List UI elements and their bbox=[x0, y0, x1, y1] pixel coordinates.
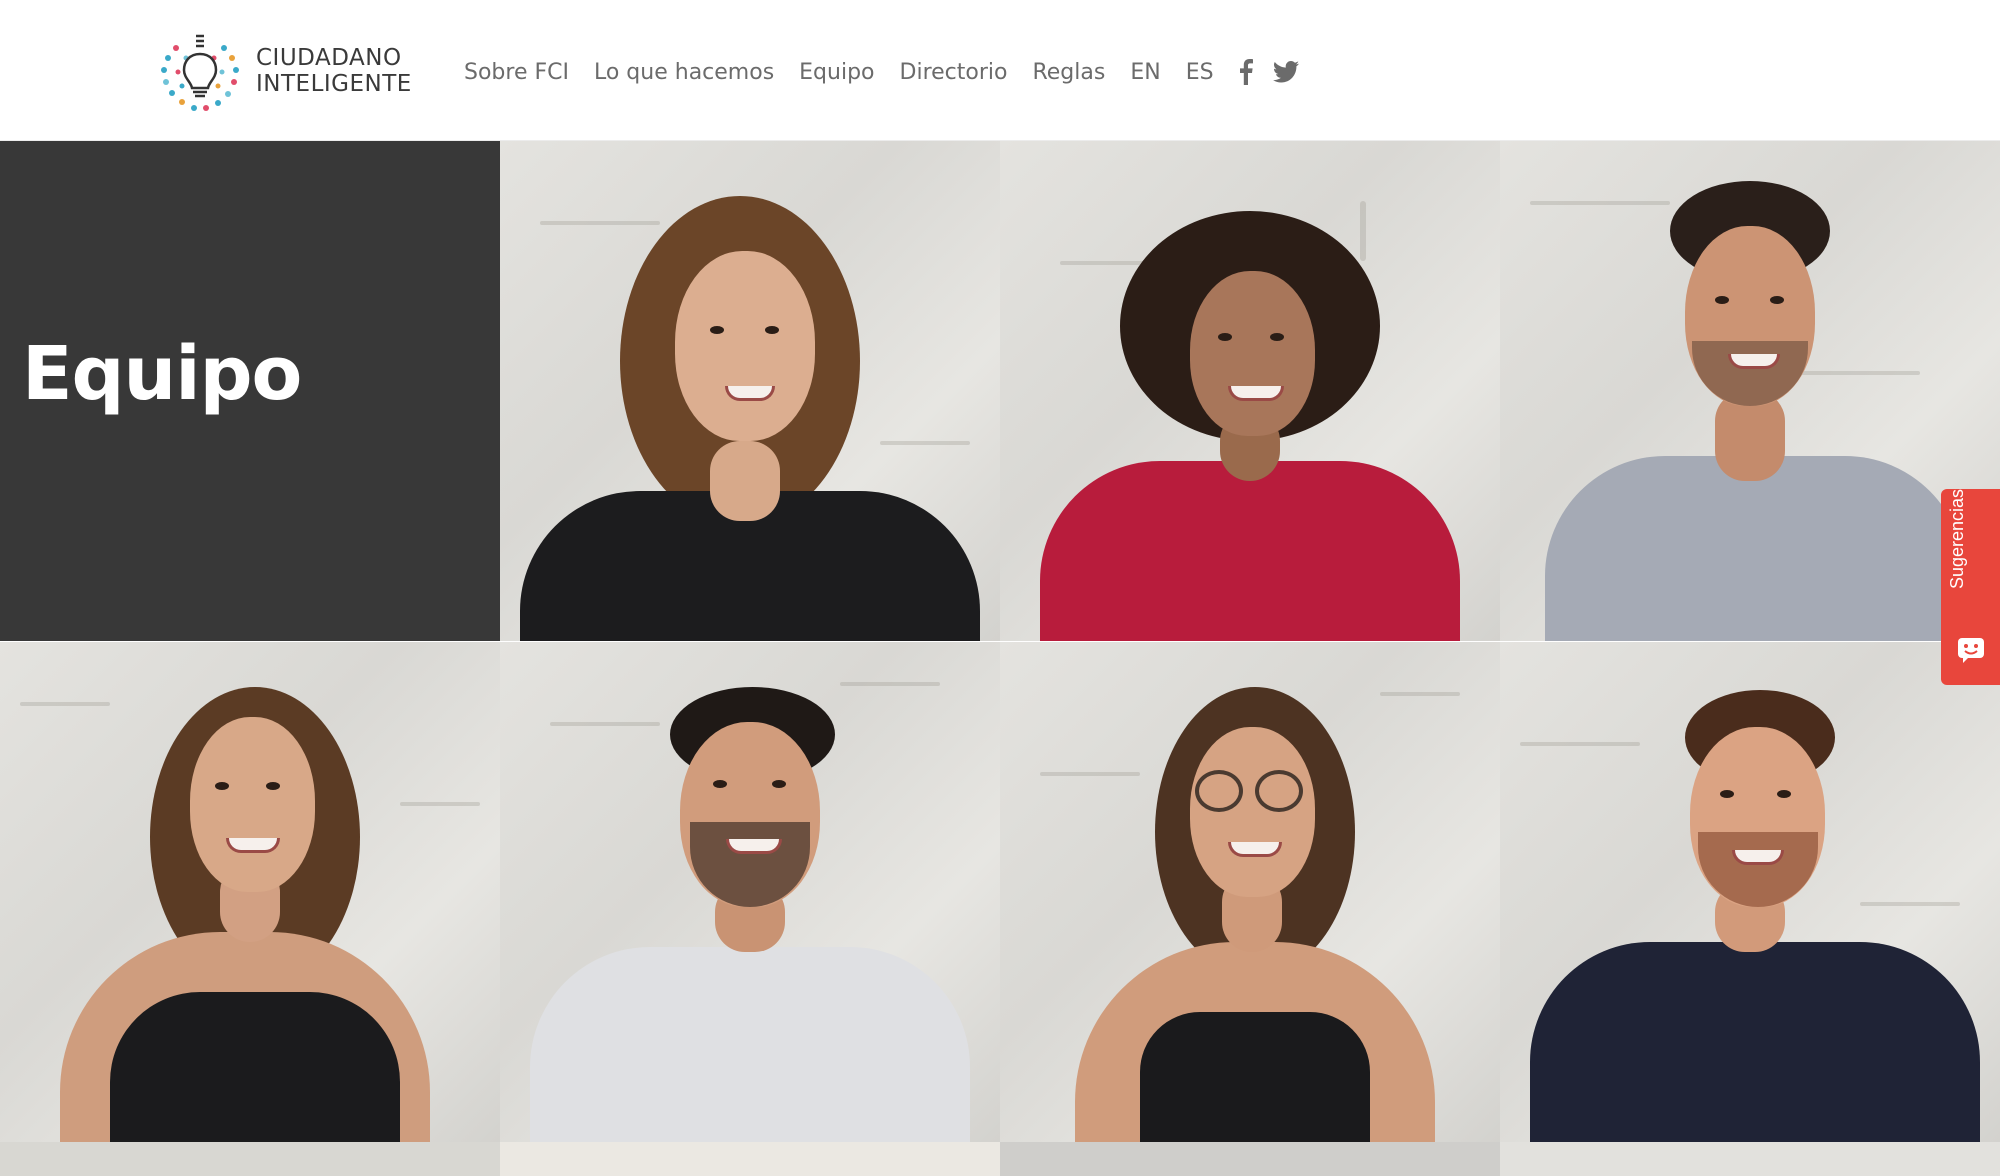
eye bbox=[266, 782, 280, 790]
brand-line-2: INTELIGENTE bbox=[256, 71, 412, 97]
stubble bbox=[1692, 341, 1808, 406]
eye bbox=[215, 782, 229, 790]
portrait bbox=[1500, 141, 2000, 641]
site-header: CIUDADANO INTELIGENTE Sobre FCI Lo que h… bbox=[0, 0, 2000, 141]
team-member-photo-partial[interactable] bbox=[1000, 1142, 1500, 1176]
portrait bbox=[1000, 642, 1500, 1142]
mouth bbox=[725, 386, 775, 401]
twitter-icon[interactable] bbox=[1272, 61, 1299, 83]
shirt bbox=[1040, 461, 1460, 641]
nav-item-directorio[interactable]: Directorio bbox=[900, 60, 1008, 85]
language-es[interactable]: ES bbox=[1186, 60, 1214, 85]
mouth bbox=[1728, 354, 1780, 369]
portrait bbox=[500, 642, 1000, 1142]
shirt bbox=[530, 947, 970, 1142]
lightbulb-icon bbox=[161, 34, 239, 111]
glasses bbox=[1195, 770, 1243, 812]
title-tile: Equipo bbox=[0, 141, 500, 641]
nav-item-reglas[interactable]: Reglas bbox=[1032, 60, 1105, 85]
team-member-photo-partial[interactable] bbox=[1500, 1142, 2000, 1176]
shirt bbox=[1530, 942, 1980, 1142]
feedback-tab[interactable]: Sugerencias bbox=[1941, 489, 2000, 685]
eye bbox=[1218, 333, 1232, 341]
team-member-photo-partial[interactable] bbox=[0, 1142, 500, 1176]
eye bbox=[1270, 333, 1284, 341]
shirt bbox=[1140, 1012, 1370, 1142]
brand-logo[interactable]: CIUDADANO INTELIGENTE bbox=[156, 28, 416, 114]
portrait bbox=[1500, 642, 2000, 1142]
language-en[interactable]: EN bbox=[1130, 60, 1160, 85]
brand-name: CIUDADANO INTELIGENTE bbox=[256, 45, 412, 97]
portrait bbox=[0, 642, 500, 1142]
face bbox=[1190, 271, 1315, 436]
team-member-photo[interactable] bbox=[1000, 141, 1500, 641]
chat-face-icon bbox=[1958, 638, 1984, 663]
eye bbox=[1720, 790, 1734, 798]
eye bbox=[1715, 296, 1729, 304]
team-member-photo[interactable] bbox=[1500, 642, 2000, 1142]
team-member-photo[interactable] bbox=[1500, 141, 2000, 641]
nav-item-equipo[interactable]: Equipo bbox=[799, 60, 874, 85]
eye bbox=[710, 326, 724, 334]
portrait bbox=[500, 141, 1000, 641]
face bbox=[1190, 727, 1315, 897]
team-grid: Equipo bbox=[0, 141, 2000, 1176]
team-member-photo[interactable] bbox=[500, 642, 1000, 1142]
beard bbox=[1698, 832, 1818, 907]
team-member-photo-partial[interactable] bbox=[500, 1142, 1000, 1176]
eye bbox=[765, 326, 779, 334]
mouth bbox=[1228, 842, 1282, 857]
mouth bbox=[1228, 386, 1284, 401]
team-member-photo[interactable] bbox=[1000, 642, 1500, 1142]
brand-line-1: CIUDADANO bbox=[256, 45, 402, 71]
eye bbox=[1777, 790, 1791, 798]
team-member-photo[interactable] bbox=[0, 642, 500, 1142]
face bbox=[190, 717, 315, 892]
mouth bbox=[726, 839, 782, 854]
shirt bbox=[1545, 456, 1965, 641]
neck bbox=[710, 441, 780, 521]
nav-item-lo-que-hacemos[interactable]: Lo que hacemos bbox=[594, 60, 774, 85]
mouth bbox=[1732, 850, 1784, 865]
portrait bbox=[1000, 141, 1500, 641]
face bbox=[675, 251, 815, 441]
page-title: Equipo bbox=[22, 331, 302, 417]
nav-item-sobre-fci[interactable]: Sobre FCI bbox=[464, 60, 569, 85]
mouth bbox=[226, 838, 280, 853]
glasses bbox=[1255, 770, 1303, 812]
main-nav: Sobre FCI Lo que hacemos Equipo Director… bbox=[464, 52, 1319, 92]
eye bbox=[772, 780, 786, 788]
eye bbox=[1770, 296, 1784, 304]
feedback-label: Sugerencias bbox=[1947, 488, 1967, 590]
facebook-icon[interactable] bbox=[1239, 59, 1253, 85]
eye bbox=[713, 780, 727, 788]
shirt bbox=[110, 992, 400, 1142]
beard bbox=[690, 822, 810, 907]
team-member-photo[interactable] bbox=[500, 141, 1000, 641]
